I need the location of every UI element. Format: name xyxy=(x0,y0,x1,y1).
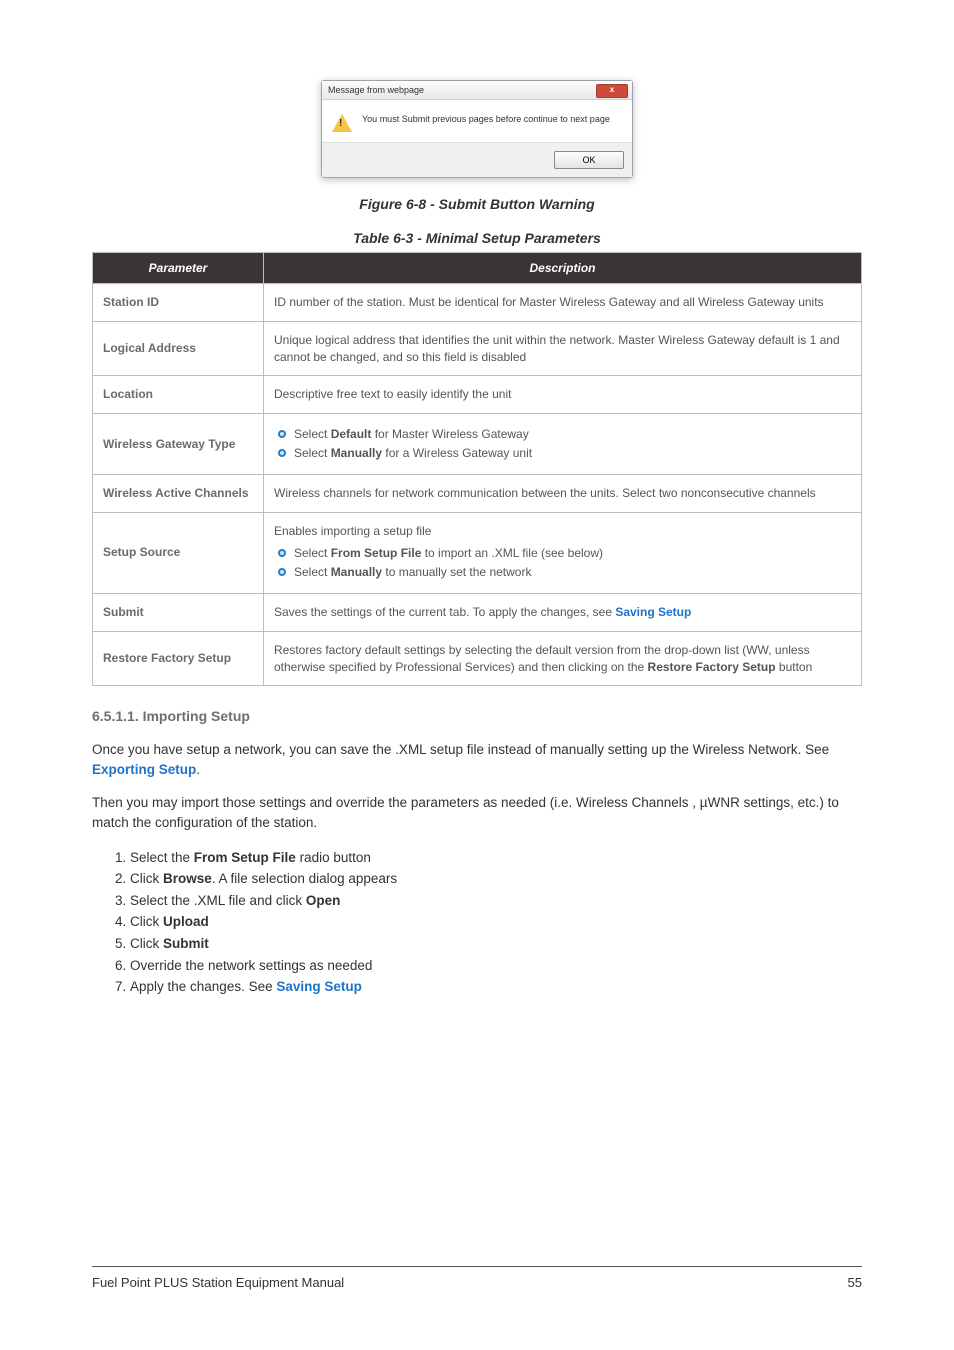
page-footer: Fuel Point PLUS Station Equipment Manual… xyxy=(92,1266,862,1290)
header-parameter: Parameter xyxy=(93,253,264,284)
section-heading: 6.5.1.1. Importing Setup xyxy=(92,708,862,724)
param-desc: Unique logical address that identifies t… xyxy=(264,321,862,376)
dialog-screenshot: Message from webpage x You must Submit p… xyxy=(92,80,862,178)
list-item: Override the network settings as needed xyxy=(130,955,862,977)
param-name: Submit xyxy=(93,593,264,631)
parameters-table: Parameter Description Station ID ID numb… xyxy=(92,252,862,686)
dialog-titlebar: Message from webpage x xyxy=(322,81,632,100)
param-desc: Enables importing a setup file Select Fr… xyxy=(264,512,862,593)
param-desc: Saves the settings of the current tab. T… xyxy=(264,593,862,631)
table-caption: Table 6-3 - Minimal Setup Parameters xyxy=(92,230,862,246)
table-row: Restore Factory Setup Restores factory d… xyxy=(93,631,862,686)
dialog-footer: OK xyxy=(322,143,632,177)
paragraph: Then you may import those settings and o… xyxy=(92,793,862,832)
table-header-row: Parameter Description xyxy=(93,253,862,284)
param-desc: Wireless channels for network communicat… xyxy=(264,474,862,512)
warning-icon xyxy=(332,114,352,132)
saving-setup-link[interactable]: Saving Setup xyxy=(276,979,362,994)
table-row: Setup Source Enables importing a setup f… xyxy=(93,512,862,593)
param-name: Station ID xyxy=(93,284,264,322)
list-item: Select Manually for a Wireless Gateway u… xyxy=(274,445,851,462)
page: Message from webpage x You must Submit p… xyxy=(0,0,954,1350)
list-item: Click Upload xyxy=(130,911,862,933)
param-name: Wireless Gateway Type xyxy=(93,414,264,475)
table-row: Wireless Gateway Type Select Default for… xyxy=(93,414,862,475)
ok-button[interactable]: OK xyxy=(554,151,624,169)
list-item: Select Manually to manually set the netw… xyxy=(274,564,851,581)
param-name: Logical Address xyxy=(93,321,264,376)
table-row: Logical Address Unique logical address t… xyxy=(93,321,862,376)
param-name: Setup Source xyxy=(93,512,264,593)
header-description: Description xyxy=(264,253,862,284)
list-item: Click Browse. A file selection dialog ap… xyxy=(130,868,862,890)
param-name: Restore Factory Setup xyxy=(93,631,264,686)
table-row: Location Descriptive free text to easily… xyxy=(93,376,862,414)
list-item: Select From Setup File to import an .XML… xyxy=(274,545,851,562)
close-icon[interactable]: x xyxy=(596,84,628,98)
paragraph: Once you have setup a network, you can s… xyxy=(92,740,862,779)
saving-setup-link[interactable]: Saving Setup xyxy=(615,605,691,619)
list-item: Click Submit xyxy=(130,933,862,955)
page-number: 55 xyxy=(848,1275,862,1290)
footer-title: Fuel Point PLUS Station Equipment Manual xyxy=(92,1275,344,1290)
table-row: Station ID ID number of the station. Mus… xyxy=(93,284,862,322)
list-item: Select Default for Master Wireless Gatew… xyxy=(274,426,851,443)
param-desc: Restores factory default settings by sel… xyxy=(264,631,862,686)
figure-caption: Figure 6-8 - Submit Button Warning xyxy=(92,196,862,212)
list-item: Select the From Setup File radio button xyxy=(130,847,862,869)
param-name: Location xyxy=(93,376,264,414)
table-row: Wireless Active Channels Wireless channe… xyxy=(93,474,862,512)
param-desc: Descriptive free text to easily identify… xyxy=(264,376,862,414)
list-item: Select the .XML file and click Open xyxy=(130,890,862,912)
param-desc: ID number of the station. Must be identi… xyxy=(264,284,862,322)
lead-text: Enables importing a setup file xyxy=(274,523,851,540)
steps-list: Select the From Setup File radio button … xyxy=(118,847,862,998)
list-item: Apply the changes. See Saving Setup xyxy=(130,976,862,998)
param-desc: Select Default for Master Wireless Gatew… xyxy=(264,414,862,475)
exporting-setup-link[interactable]: Exporting Setup xyxy=(92,762,196,777)
table-row: Submit Saves the settings of the current… xyxy=(93,593,862,631)
warning-dialog: Message from webpage x You must Submit p… xyxy=(321,80,633,178)
dialog-message: You must Submit previous pages before co… xyxy=(362,114,610,124)
param-name: Wireless Active Channels xyxy=(93,474,264,512)
dialog-body: You must Submit previous pages before co… xyxy=(322,100,632,143)
dialog-title-text: Message from webpage xyxy=(328,85,424,95)
